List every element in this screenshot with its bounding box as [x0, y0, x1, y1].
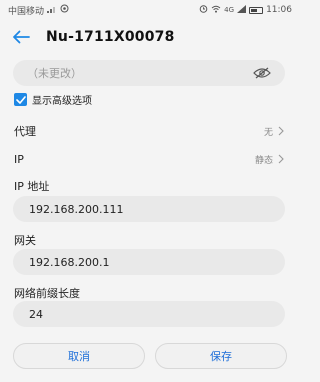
gateway-label: 网关	[14, 234, 36, 247]
network-type-label: 4G	[224, 6, 235, 14]
prefix-length-label: 网络前缀长度	[14, 287, 80, 300]
password-field[interactable]: （未更改）	[13, 60, 285, 86]
proxy-row[interactable]: 代理 无	[14, 120, 286, 142]
alarm-icon	[199, 4, 208, 16]
proxy-label: 代理	[14, 125, 36, 138]
eye-slash-icon[interactable]	[253, 66, 271, 80]
back-arrow-icon[interactable]	[10, 26, 32, 48]
cellular-signal-icon	[237, 4, 247, 16]
ip-address-input[interactable]: 192.168.200.111	[13, 196, 285, 222]
wifi-icon	[211, 5, 221, 16]
password-placeholder: （未更改）	[27, 67, 82, 80]
status-bar: 中国移动 4G 11:06	[0, 0, 298, 20]
cancel-button[interactable]: 取消	[13, 343, 145, 369]
chevron-right-icon	[278, 154, 286, 164]
gateway-input[interactable]: 192.168.200.1	[13, 249, 285, 275]
wifi-config-screen: 中国移动 4G 11:06 Nu-1711X00078 （未更改） 显示高级选项…	[0, 0, 298, 382]
proxy-value-group: 无	[264, 125, 286, 138]
signal-strength-icon	[47, 5, 57, 16]
advanced-options-checkbox[interactable]	[14, 93, 27, 106]
proxy-value: 无	[263, 127, 273, 138]
ip-address-label: IP 地址	[14, 180, 50, 193]
advanced-options-label: 显示高级选项	[32, 96, 92, 107]
status-bar-right: 4G 11:06	[199, 4, 292, 16]
ip-settings-label: IP	[14, 152, 24, 166]
save-button[interactable]: 保存	[155, 343, 287, 369]
status-bar-left: 中国移动	[8, 4, 69, 17]
chevron-right-icon	[278, 126, 286, 136]
prefix-length-input[interactable]: 24	[13, 301, 285, 327]
ip-settings-row[interactable]: IP 静态	[14, 148, 286, 170]
ip-settings-value: 静态	[254, 155, 273, 166]
page-title: Nu-1711X00078	[46, 29, 175, 45]
battery-icon	[249, 6, 264, 14]
clock-time: 11:06	[266, 5, 292, 15]
notification-icon	[60, 4, 69, 16]
app-bar: Nu-1711X00078	[0, 20, 298, 54]
ip-settings-value-group: 静态	[255, 153, 286, 166]
carrier-name: 中国移动	[8, 6, 45, 17]
advanced-options-row[interactable]: 显示高级选项	[14, 92, 92, 107]
